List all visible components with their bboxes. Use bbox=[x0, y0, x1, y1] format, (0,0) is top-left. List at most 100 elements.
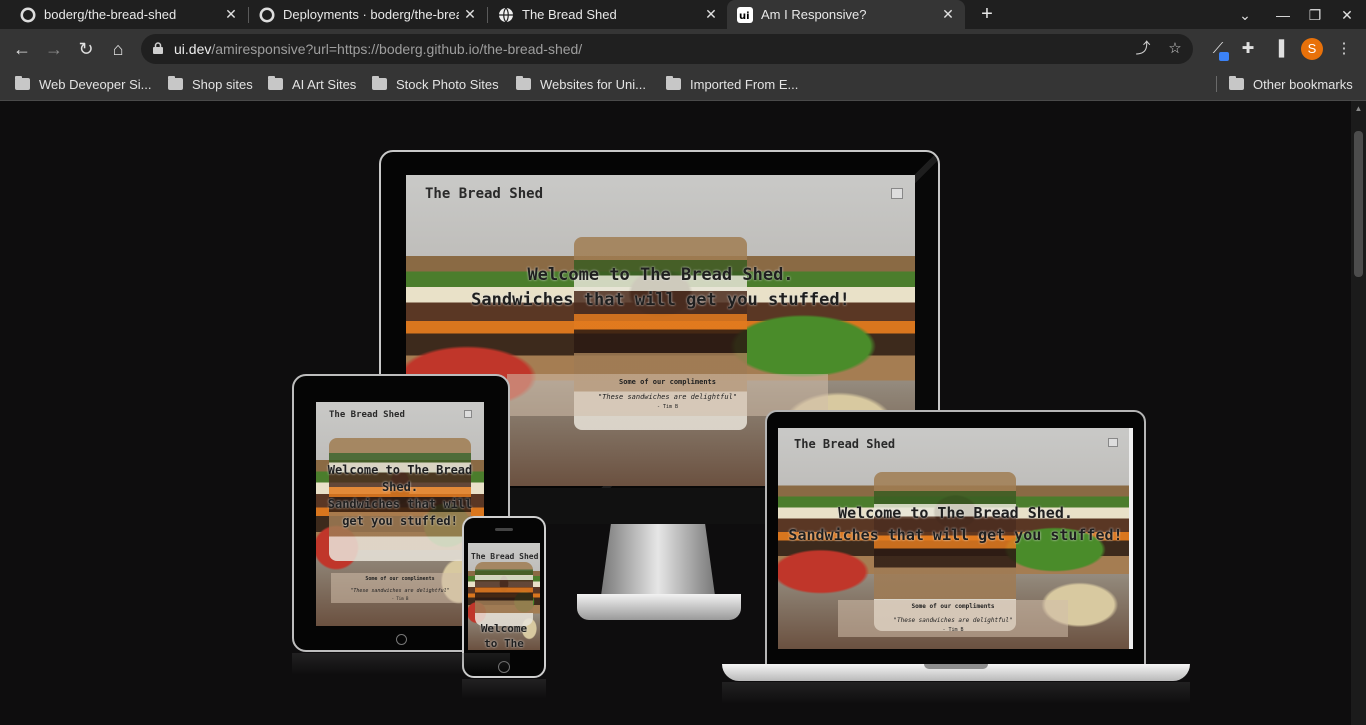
compliments-title: Some of our compliments bbox=[365, 576, 435, 582]
tab-deployments[interactable]: Deployments · boderg/the-bread-shed ✕ bbox=[249, 0, 487, 29]
tab-am-i-responsive[interactable]: ui Am I Responsive? ✕ bbox=[727, 0, 965, 29]
close-window-icon[interactable]: ✕ bbox=[1336, 4, 1358, 26]
browser-toolbar: ← → ↻ ⌂ ui.dev/amiresponsive?url=https:/… bbox=[0, 29, 1366, 69]
bookmark-label: Websites for Uni... bbox=[540, 76, 646, 92]
home-icon[interactable]: ⌂ bbox=[107, 38, 129, 60]
tab-strip: boderg/the-bread-shed ✕ Deployments · bo… bbox=[0, 0, 1366, 29]
bookmark-folder[interactable]: Web Deveoper Si... bbox=[15, 75, 151, 93]
bookmark-folder[interactable]: Stock Photo Sites bbox=[372, 75, 499, 93]
minimize-icon[interactable]: — bbox=[1272, 4, 1294, 26]
github-icon bbox=[20, 7, 36, 23]
hamburger-menu-icon bbox=[891, 188, 903, 199]
bookmark-folder[interactable]: Websites for Uni... bbox=[516, 75, 646, 93]
compliments-box: Some of our compliments "These sandwiche… bbox=[331, 573, 469, 603]
hero-heading: Welcome to The Bread Shed. Sandwiches th… bbox=[788, 504, 1123, 544]
compliment-quote: "These sandwiches are delightful" bbox=[350, 588, 450, 594]
bookmarks-bar: Web Deveoper Si... Shop sites AI Art Sit… bbox=[0, 69, 1366, 101]
other-bookmarks[interactable]: Other bookmarks bbox=[1229, 75, 1353, 93]
folder-icon bbox=[168, 76, 183, 90]
address-bar[interactable]: ui.dev/amiresponsive?url=https://boderg.… bbox=[141, 34, 1193, 64]
bookmark-label: Stock Photo Sites bbox=[396, 76, 499, 92]
compliment-author: - Tim B bbox=[942, 627, 964, 633]
tab-search-icon[interactable]: ⌄ bbox=[1234, 4, 1256, 26]
site-brand: The Bread Shed bbox=[425, 186, 544, 202]
close-icon[interactable]: ✕ bbox=[461, 5, 479, 23]
site-brand: The Bread Shed bbox=[329, 410, 405, 420]
hamburger-menu-icon bbox=[1108, 438, 1118, 447]
extensions-puzzle-icon[interactable]: ✚ bbox=[1237, 38, 1259, 60]
reload-icon[interactable]: ↻ bbox=[75, 38, 97, 60]
folder-icon bbox=[1229, 76, 1244, 90]
lock-icon bbox=[153, 42, 163, 54]
bookmark-label: AI Art Sites bbox=[292, 76, 357, 92]
tab-title: The Bread Shed bbox=[522, 7, 617, 22]
tab-title: Am I Responsive? bbox=[761, 7, 867, 22]
hero-heading: Welcome to The bbox=[480, 622, 528, 650]
tablet-home-button bbox=[396, 634, 407, 645]
bookmark-label: Imported From E... bbox=[690, 76, 799, 92]
phone-speaker bbox=[495, 528, 513, 531]
scroll-up-icon[interactable]: ▲ bbox=[1354, 104, 1363, 113]
laptop-site-scrollbar bbox=[1129, 428, 1133, 649]
bookmark-folder[interactable]: Imported From E... bbox=[666, 75, 798, 93]
device-reflection bbox=[722, 682, 1190, 704]
folder-icon bbox=[666, 76, 681, 90]
folder-icon bbox=[268, 76, 283, 90]
close-icon[interactable]: ✕ bbox=[939, 5, 957, 23]
compliments-box: Some of our compliments "These sandwiche… bbox=[838, 600, 1068, 637]
url-text: ui.dev/amiresponsive?url=https://boderg.… bbox=[174, 41, 582, 57]
tab-the-bread-shed[interactable]: The Bread Shed ✕ bbox=[488, 0, 726, 29]
scrollbar[interactable]: ▲ bbox=[1351, 101, 1366, 725]
hero-heading: Welcome to The Bread Shed. Sandwiches th… bbox=[471, 265, 850, 310]
compliment-quote: "These sandwiches are delightful" bbox=[597, 393, 738, 401]
site-brand: The Bread Shed bbox=[471, 552, 539, 561]
compliment-author: - Tim B bbox=[391, 596, 409, 601]
bookmark-label: Other bookmarks bbox=[1253, 76, 1353, 92]
tab-title: Deployments · boderg/the-bread-shed bbox=[283, 7, 459, 22]
phone-screen: The Bread Shed Welcome to The bbox=[468, 543, 540, 650]
side-panel-icon[interactable]: ▐ bbox=[1268, 38, 1290, 60]
device-reflection bbox=[462, 679, 546, 699]
compliment-quote: "These sandwiches are delightful" bbox=[893, 617, 1013, 624]
scrollbar-thumb[interactable] bbox=[1354, 131, 1363, 277]
profile-avatar[interactable]: S bbox=[1301, 38, 1323, 60]
svg-text:ui: ui bbox=[739, 11, 750, 22]
url-path: /amiresponsive?url=https://boderg.github… bbox=[211, 41, 583, 57]
site-brand: The Bread Shed bbox=[794, 437, 896, 451]
compliments-title: Some of our compliments bbox=[619, 378, 716, 386]
sandwich-image bbox=[475, 562, 533, 627]
new-tab-button[interactable]: + bbox=[976, 4, 998, 26]
close-icon[interactable]: ✕ bbox=[222, 5, 240, 23]
monitor-stand bbox=[600, 524, 716, 596]
compliments-title: Some of our compliments bbox=[911, 603, 995, 610]
more-menu-icon[interactable]: ⋮ bbox=[1333, 38, 1355, 60]
globe-icon bbox=[499, 7, 513, 23]
folder-icon bbox=[15, 76, 30, 90]
hero-heading: Welcome to The Bread Shed. Sandwiches th… bbox=[327, 463, 473, 528]
bookmark-star-icon[interactable]: ☆ bbox=[1165, 39, 1185, 59]
bookmark-label: Shop sites bbox=[192, 76, 253, 92]
restore-icon[interactable]: ❐ bbox=[1304, 4, 1326, 26]
extension-badge bbox=[1219, 52, 1229, 61]
tab-github-repo[interactable]: boderg/the-bread-shed ✕ bbox=[0, 0, 243, 29]
url-host: ui.dev bbox=[174, 41, 212, 57]
folder-icon bbox=[372, 76, 387, 90]
ui-dev-icon: ui bbox=[737, 7, 753, 23]
tablet-screen: The Bread Shed Welcome to The Bread Shed… bbox=[316, 402, 484, 626]
bookmark-label: Web Deveoper Si... bbox=[39, 76, 152, 92]
laptop-notch bbox=[924, 664, 988, 669]
back-icon[interactable]: ← bbox=[11, 38, 33, 60]
close-icon[interactable]: ✕ bbox=[702, 5, 720, 23]
tab-title: boderg/the-bread-shed bbox=[44, 7, 177, 22]
hamburger-menu-icon bbox=[464, 410, 472, 418]
device-reflection bbox=[292, 653, 510, 675]
bookmark-folder[interactable]: Shop sites bbox=[168, 75, 253, 93]
share-icon[interactable]: ⤴ bbox=[1133, 39, 1153, 59]
bookmark-folder[interactable]: AI Art Sites bbox=[268, 75, 356, 93]
forward-icon[interactable]: → bbox=[43, 38, 65, 60]
folder-icon bbox=[516, 76, 531, 90]
laptop-screen: The Bread Shed Welcome to The Bread Shed… bbox=[778, 428, 1133, 649]
github-icon bbox=[259, 7, 275, 23]
bookmarks-separator bbox=[1216, 76, 1217, 92]
monitor-stand-base bbox=[577, 594, 741, 620]
